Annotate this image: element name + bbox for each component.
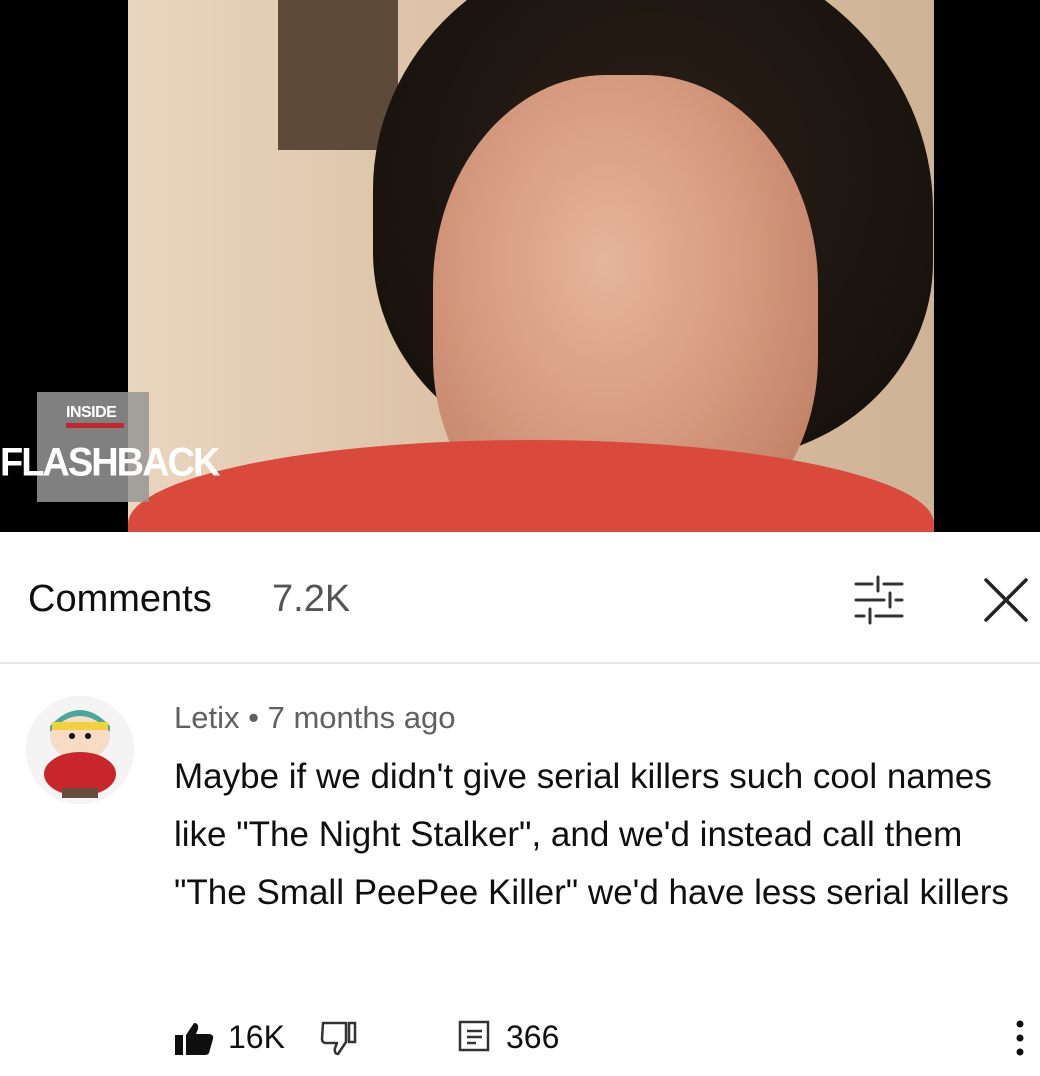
thumbs-up-icon[interactable] bbox=[174, 1022, 214, 1056]
reply-icon[interactable] bbox=[458, 1020, 492, 1054]
video-player[interactable]: INSIDE FLASHBACK bbox=[0, 0, 1040, 532]
comment-meta: Letix • 7 months ago bbox=[174, 700, 455, 736]
like-count: 16K bbox=[228, 1019, 285, 1055]
background-frame bbox=[278, 0, 398, 150]
thumbs-down-icon[interactable] bbox=[320, 1020, 358, 1056]
watermark-top-text: INSIDE bbox=[66, 404, 117, 421]
watermark-main-text: FLASHBACK bbox=[0, 440, 220, 486]
cartoon-avatar-icon bbox=[26, 696, 134, 804]
comments-count: 7.2K bbox=[272, 578, 351, 620]
person-shirt bbox=[128, 440, 934, 532]
channel-watermark: INSIDE FLASHBACK bbox=[0, 392, 220, 504]
video-frame bbox=[128, 0, 934, 532]
comment-text: Maybe if we didn't give serial killers s… bbox=[174, 757, 1009, 912]
avatar[interactable] bbox=[26, 696, 134, 804]
comment-author[interactable]: Letix bbox=[174, 700, 239, 735]
sort-filter-icon[interactable] bbox=[852, 574, 906, 626]
close-icon[interactable] bbox=[980, 574, 1032, 626]
comments-title: Comments bbox=[28, 578, 212, 620]
reply-count[interactable]: 366 bbox=[506, 1019, 559, 1056]
more-vertical-icon[interactable] bbox=[1012, 1018, 1028, 1058]
comment-age: 7 months ago bbox=[267, 700, 456, 735]
meta-separator: • bbox=[248, 700, 259, 735]
watermark-bar bbox=[66, 423, 124, 428]
